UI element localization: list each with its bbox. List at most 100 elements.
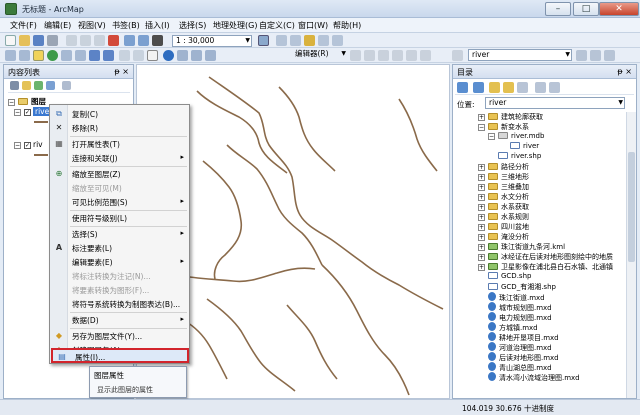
catalog-item[interactable]: − river.mdb	[488, 132, 544, 142]
refresh-icon[interactable]	[535, 82, 546, 93]
select-features-icon[interactable]	[119, 50, 130, 61]
pin-close-icon[interactable]: ᵽ ×	[114, 67, 129, 76]
catalog-item[interactable]: 河道治理图.mxd	[488, 342, 552, 352]
catalog-item[interactable]: + 四川盆地	[478, 222, 529, 232]
pan-icon[interactable]	[33, 50, 44, 61]
python-icon[interactable]	[318, 35, 329, 46]
expand-icon[interactable]: +	[478, 194, 485, 201]
catalog-scrollbar[interactable]	[626, 112, 636, 398]
menu-item-label-features[interactable]: A 标注要素(L)	[50, 241, 189, 255]
undo-icon[interactable]	[124, 35, 135, 46]
catalog-item[interactable]: + 淹没分析	[478, 232, 529, 242]
rotate-tool-icon[interactable]	[406, 50, 417, 61]
menu-geoprocessing[interactable]: 地理处理(G)	[213, 20, 257, 31]
collapse-icon[interactable]: −	[478, 124, 485, 131]
catalog-item[interactable]: 城市规划图.mxd	[488, 302, 552, 312]
menu-item-copy[interactable]: ⧉ 复制(C)	[50, 107, 189, 121]
save-icon[interactable]	[33, 35, 44, 46]
expand-icon[interactable]: +	[478, 244, 485, 251]
location-combo[interactable]: river ▼	[485, 97, 625, 109]
forward-extent-icon[interactable]	[103, 50, 114, 61]
menu-item-properties[interactable]: ▤ 属性(I)...	[51, 348, 189, 363]
editor-menu[interactable]: 编辑器(R) ▼	[292, 49, 346, 61]
catalog-item[interactable]: + 路径分析	[478, 162, 529, 172]
catalog-item[interactable]: + 冰经证在后读对地形图刻绘中的地质	[478, 252, 613, 262]
catalog-item[interactable]: river.shp	[498, 152, 541, 162]
menu-file[interactable]: 文件(F)	[10, 20, 37, 31]
paste-icon[interactable]	[94, 35, 105, 46]
identify-icon[interactable]	[163, 50, 174, 61]
options-icon[interactable]	[62, 81, 71, 90]
catalog-item[interactable]: + 水系规则	[478, 212, 529, 222]
catalog-item[interactable]: GCD_有湘湘.shp	[488, 282, 556, 292]
minimize-button[interactable]: –	[545, 2, 571, 16]
split-tool-icon[interactable]	[392, 50, 403, 61]
layer-combo[interactable]: river ▼	[468, 49, 572, 61]
catalog-item[interactable]: − 新变水系	[478, 122, 529, 132]
scale-combo[interactable]: 1 : 30,000 ▼	[172, 35, 252, 47]
catalog-item[interactable]: + 卫星影像在浦北县白石水镇、北通镇	[478, 262, 613, 272]
catalog-item[interactable]: + 水文分析	[478, 192, 529, 202]
catalog-item[interactable]: + 建筑轮廓获取	[478, 112, 543, 122]
select-elements-icon[interactable]	[147, 50, 158, 61]
modelbuilder-icon[interactable]	[332, 35, 343, 46]
redo-icon[interactable]	[138, 35, 149, 46]
catalog-item[interactable]: river	[510, 142, 539, 152]
collapse-icon[interactable]: −	[14, 142, 21, 149]
print-icon[interactable]	[47, 35, 58, 46]
catalog-item[interactable]: 青山湖总图.mxd	[488, 362, 552, 372]
expand-icon[interactable]: +	[478, 204, 485, 211]
new-icon[interactable]	[5, 35, 16, 46]
catalog-item[interactable]: 方城镇.mxd	[488, 322, 538, 332]
search-toolbar-icon[interactable]	[290, 35, 301, 46]
attributes-icon[interactable]	[420, 50, 431, 61]
arctoolbox-icon[interactable]	[304, 35, 315, 46]
expand-icon[interactable]: +	[478, 254, 485, 261]
cut-icon[interactable]	[66, 35, 77, 46]
menu-edit[interactable]: 编辑(E)	[44, 20, 71, 31]
menu-item-remove[interactable]: ✕ 移除(R)	[50, 121, 189, 135]
collapse-icon[interactable]: −	[8, 99, 15, 106]
menu-item-symbol-levels[interactable]: 使用符号级别(L)	[50, 211, 189, 225]
list-by-selection-icon[interactable]	[46, 81, 55, 90]
pin-close-icon[interactable]: ᵽ ×	[617, 67, 632, 76]
catalog-item[interactable]: 电力规划图.mxd	[488, 312, 552, 322]
collapse-icon[interactable]: −	[488, 133, 495, 140]
find-icon[interactable]	[177, 50, 188, 61]
menu-item-selection[interactable]: 选择(S) ▸	[50, 227, 189, 241]
zoom-in-icon[interactable]	[5, 50, 16, 61]
expand-icon[interactable]: +	[478, 184, 485, 191]
menu-selection[interactable]: 选择(S)	[179, 20, 206, 31]
close-button[interactable]: ✕	[599, 2, 639, 16]
sketch-tool-icon[interactable]	[364, 50, 375, 61]
edit-tool-icon[interactable]	[350, 50, 361, 61]
measure-icon[interactable]	[191, 50, 202, 61]
adjust-transparency-icon[interactable]	[604, 50, 615, 61]
menu-item-edit-features[interactable]: 编辑要素(E) ▸	[50, 255, 189, 269]
back-icon[interactable]	[457, 82, 468, 93]
list-by-drawing-order-icon[interactable]	[10, 81, 19, 90]
expand-icon[interactable]: +	[478, 224, 485, 231]
fixed-zoom-in-icon[interactable]	[61, 50, 72, 61]
visibility-checkbox[interactable]: ✓	[24, 109, 31, 116]
list-by-source-icon[interactable]	[22, 81, 31, 90]
visibility-checkbox[interactable]: ✓	[24, 142, 31, 149]
catalog-item[interactable]: 清水湾小流域治理图.mxd	[488, 372, 580, 382]
reshape-tool-icon[interactable]	[378, 50, 389, 61]
options-icon[interactable]	[549, 82, 560, 93]
scroll-thumb[interactable]	[628, 152, 635, 262]
menu-item-zoom-to-layer[interactable]: ⊕ 缩放至图层(Z)	[50, 167, 189, 181]
menu-item-save-as-layer-file[interactable]: ◆ 另存为图层文件(Y)...	[50, 329, 189, 343]
menu-view[interactable]: 视图(V)	[78, 20, 106, 31]
full-extent-icon[interactable]	[47, 50, 58, 61]
catalog-item[interactable]: + 水系获取	[478, 202, 529, 212]
zoom-out-icon[interactable]	[19, 50, 30, 61]
expand-icon[interactable]: +	[478, 114, 485, 121]
catalog-toolbar-icon[interactable]	[276, 35, 287, 46]
catalog-item[interactable]: GCD.shp	[488, 272, 531, 282]
menu-item-visible-scale-range[interactable]: 可见比例范围(S) ▸	[50, 195, 189, 209]
up-folder-icon[interactable]	[489, 82, 500, 93]
catalog-item[interactable]: 珠江街道.mxd	[488, 292, 545, 302]
effects-icon[interactable]	[452, 50, 463, 61]
copy-toolbar-icon[interactable]	[80, 35, 91, 46]
